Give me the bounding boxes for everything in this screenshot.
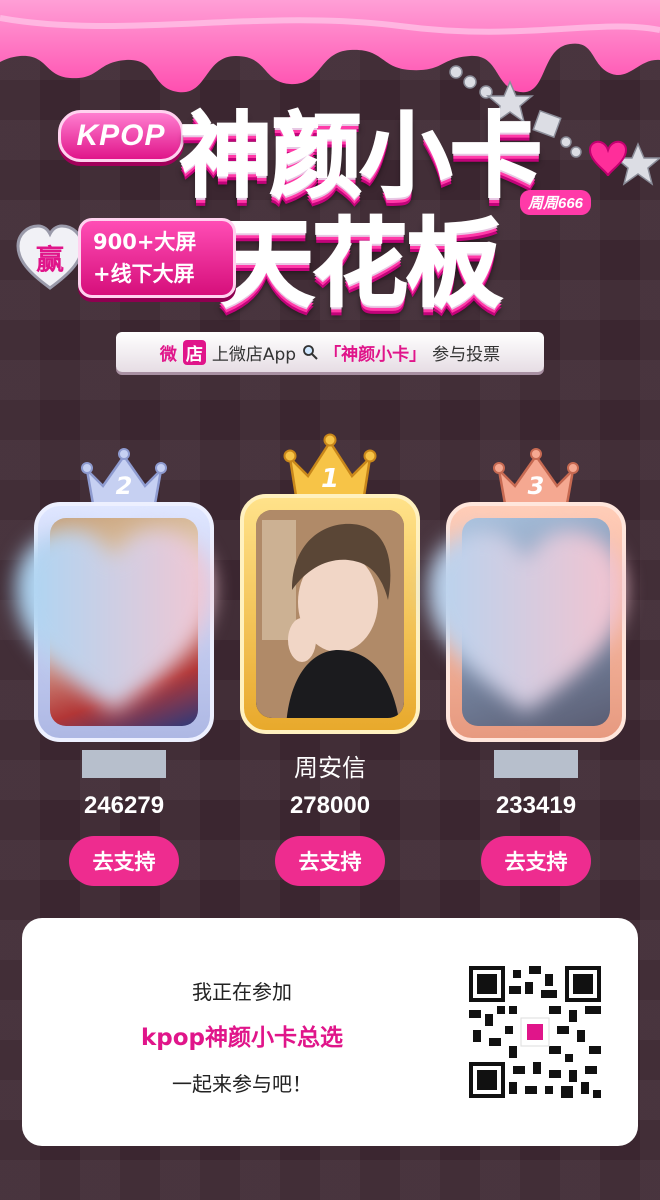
vote-count: 233419 <box>495 792 577 819</box>
invite-line-2: kpop神颜小卡总选 <box>140 1025 344 1051</box>
kpop-badge: KPOP <box>58 110 184 162</box>
invite-line-3: 一起来参与吧！ <box>172 1072 312 1096</box>
name-redaction-bar <box>82 750 166 778</box>
heart-blur-icon <box>16 530 212 712</box>
qr-code-icon[interactable] <box>469 966 601 1098</box>
rank-number: 2 <box>115 472 133 500</box>
candidate-rank-3: 3 233419 去支持 <box>428 440 636 900</box>
portrait-illustration <box>256 510 404 718</box>
heart-blur-icon <box>428 530 624 712</box>
support-button-rank-1[interactable]: 去支持 <box>275 836 385 886</box>
search-icon <box>303 345 318 360</box>
invite-card: 我正在参加 kpop神颜小卡总选 一起来参与吧！ <box>22 918 638 1146</box>
support-button-rank-3[interactable]: 去支持 <box>481 836 591 886</box>
candidate-name: 周安信 <box>294 754 366 782</box>
win-char: 赢 <box>35 243 64 276</box>
weidian-logo-b: 店 <box>182 339 206 365</box>
win-badge: 赢 900+大屏 +线下大屏 <box>14 212 254 302</box>
candidate-rank-1: 1 周安信 278000 去支持 <box>230 433 430 900</box>
banner-text-before: 上微店App <box>211 344 297 365</box>
name-redaction-bar <box>494 750 578 778</box>
rank-number: 1 <box>320 464 340 494</box>
vote-count: 246279 <box>83 792 165 819</box>
banner-text-after: 参与投票 <box>432 344 501 365</box>
invite-line-1: 我正在参加 <box>192 980 292 1004</box>
candidate-rank-2: 2 246279 去支持 <box>16 440 224 900</box>
support-button-rank-2[interactable]: 去支持 <box>69 836 179 886</box>
photo-frame <box>240 494 420 734</box>
rank-number: 3 <box>527 472 545 500</box>
page-title-line2: 天花板 <box>217 207 503 321</box>
weidian-logo-a: 微 <box>159 344 177 365</box>
vote-count: 278000 <box>289 792 371 819</box>
prize-line2: +线下大屏 <box>93 262 195 286</box>
banner-keyword: 「神颜小卡」 <box>324 344 427 365</box>
prize-box: 900+大屏 +线下大屏 <box>78 218 236 298</box>
prize-line1: 900+大屏 <box>93 230 197 254</box>
week-tag: 周周666 <box>520 190 592 215</box>
candidate-photo <box>256 510 404 718</box>
vote-instruction-banner: 微 店 上微店App 「神颜小卡」 参与投票 <box>116 332 544 372</box>
